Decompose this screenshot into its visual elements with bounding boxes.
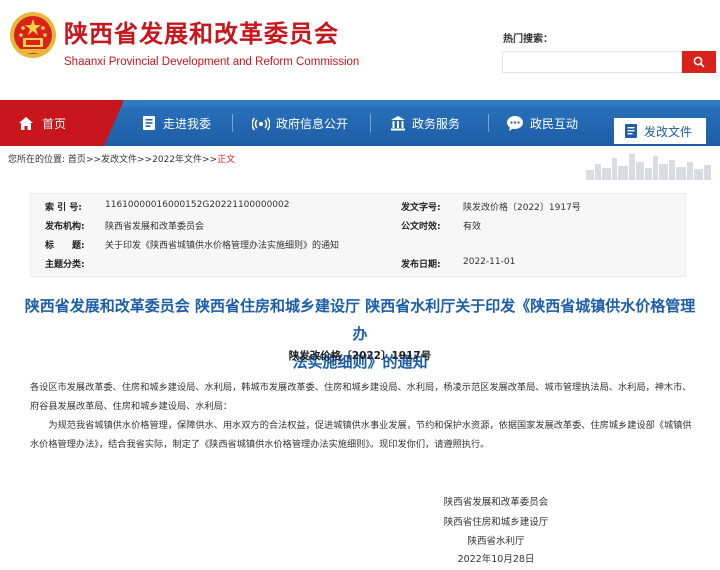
nav-item-label: 走进我委 bbox=[163, 116, 212, 131]
topic-label: 主题分类: bbox=[45, 260, 85, 270]
title-label: 标 题: bbox=[45, 241, 85, 251]
breadcrumb-link-home[interactable]: 首页 bbox=[68, 155, 86, 165]
breadcrumb-link-2022[interactable]: 2022年文件 bbox=[152, 155, 202, 165]
signature-text: 陕西省住房和城乡建设厅 bbox=[443, 517, 549, 528]
hot-search-label: 热门搜索： bbox=[503, 34, 553, 45]
site-title[interactable]: 陕西省发展和改革委员会 bbox=[64, 14, 339, 49]
nav-item-home[interactable]: 首页 bbox=[0, 100, 124, 146]
signature-text: 陕西省水利厅 bbox=[467, 536, 525, 547]
nav-item-label: 政府信息公开 bbox=[276, 116, 349, 131]
home-icon bbox=[19, 116, 33, 130]
validity-value: 有效 bbox=[463, 222, 482, 232]
breadcrumb-current: 正文 bbox=[217, 155, 236, 165]
publish-date-label: 发布日期: bbox=[401, 260, 441, 270]
document-icon bbox=[143, 116, 155, 130]
file-icon bbox=[625, 124, 637, 138]
signature-org: 陕西省住房和城乡建设厅 bbox=[0, 514, 720, 528]
skyline-decoration-icon bbox=[586, 154, 711, 180]
metadata-row: 发布机构: 陕西省发展和改革委员会 公文时效: 有效 bbox=[31, 219, 687, 239]
search-icon bbox=[693, 56, 705, 68]
issuing-org-label: 发布机构: bbox=[45, 222, 85, 232]
issuing-org-value: 陕西省发展和改革委员会 bbox=[105, 222, 205, 232]
metadata-row: 索 引 号: 11610000016000152G20221100000002 … bbox=[31, 200, 687, 220]
document-number-value: 陕发改价格〔2022〕1917号 bbox=[463, 203, 581, 213]
nav-divider bbox=[232, 114, 233, 132]
building-icon bbox=[391, 116, 405, 131]
article-title: 陕西省发展和改革委员会 陕西省住房和城乡建设厅 陕西省水利厅关于印发《陕西省城镇… bbox=[18, 292, 702, 376]
metadata-row: 标 题: 关于印发《陕西省城镇供水价格管理办法实施细则》的通知 bbox=[31, 238, 687, 258]
nav-divider bbox=[370, 114, 371, 132]
chat-icon bbox=[507, 116, 523, 131]
signature-date: 2022年10月28日 bbox=[0, 551, 720, 565]
nav-item-info-disclosure[interactable]: 政府信息公开 bbox=[252, 100, 348, 146]
signature-text: 2022年10月28日 bbox=[457, 554, 535, 565]
nav-item-label: 发改文件 bbox=[644, 124, 693, 139]
title-value: 关于印发《陕西省城镇供水价格管理办法实施细则》的通知 bbox=[105, 241, 340, 251]
nav-item-about[interactable]: 走进我委 bbox=[141, 100, 211, 146]
breadcrumb: 您所在的位置: 首页>>发改文件>>2022年文件>>正文 bbox=[8, 152, 235, 165]
search-input[interactable] bbox=[502, 51, 682, 73]
breadcrumb-separator: >> bbox=[85, 155, 102, 165]
index-number-label: 索 引 号: bbox=[45, 203, 82, 213]
publish-date-value: 2022-11-01 bbox=[463, 257, 516, 267]
nav-item-label: 首页 bbox=[42, 116, 67, 131]
signature-org: 陕西省水利厅 bbox=[0, 533, 720, 547]
national-emblem-icon bbox=[10, 12, 56, 58]
metadata-row: 主题分类: 发布日期: 2022-11-01 bbox=[31, 257, 687, 277]
validity-label: 公文时效: bbox=[401, 222, 441, 232]
signature-text: 陕西省发展和改革委员会 bbox=[443, 497, 549, 508]
breadcrumb-link-documents[interactable]: 发改文件 bbox=[101, 155, 137, 165]
breadcrumb-prefix: 您所在的位置: bbox=[8, 155, 66, 165]
article-recipients: 各设区市发展改革委、住房和城乡建设局、水利局，韩城市发展改革委、住房和城乡建设局… bbox=[30, 382, 692, 412]
article-document-number: 陕发改价格〔2022〕1917号 bbox=[288, 350, 432, 362]
nav-item-label: 政务服务 bbox=[412, 116, 461, 131]
document-number-label: 发文字号: bbox=[401, 203, 441, 213]
broadcast-icon bbox=[252, 117, 270, 131]
document-metadata: 索 引 号: 11610000016000152G20221100000002 … bbox=[30, 193, 686, 277]
article-paragraph: 为规范我省城镇供水价格管理，保障供水、用水双方的合法权益，促进城镇供水事业发展，… bbox=[30, 420, 692, 450]
site-title-english: Shaanxi Provincial Development and Refor… bbox=[64, 56, 360, 68]
index-number-value: 11610000016000152G20221100000002 bbox=[105, 200, 290, 210]
nav-item-label: 政民互动 bbox=[530, 116, 579, 131]
breadcrumb-separator: >> bbox=[137, 155, 153, 165]
search-button[interactable] bbox=[682, 51, 716, 73]
nav-divider bbox=[488, 114, 489, 132]
site-header: 陕西省发展和改革委员会 Shaanxi Provincial Developme… bbox=[0, 0, 720, 100]
signature-org: 陕西省发展和改革委员会 bbox=[0, 494, 720, 508]
nav-item-interaction[interactable]: 政民互动 bbox=[506, 100, 578, 146]
breadcrumb-separator: >> bbox=[202, 155, 218, 165]
nav-item-services[interactable]: 政务服务 bbox=[390, 100, 460, 146]
nav-item-documents[interactable]: 发改文件 bbox=[614, 118, 707, 144]
article-title-line: 陕西省发展和改革委员会 陕西省住房和城乡建设厅 陕西省水利厅关于印发《陕西省城镇… bbox=[24, 297, 696, 343]
